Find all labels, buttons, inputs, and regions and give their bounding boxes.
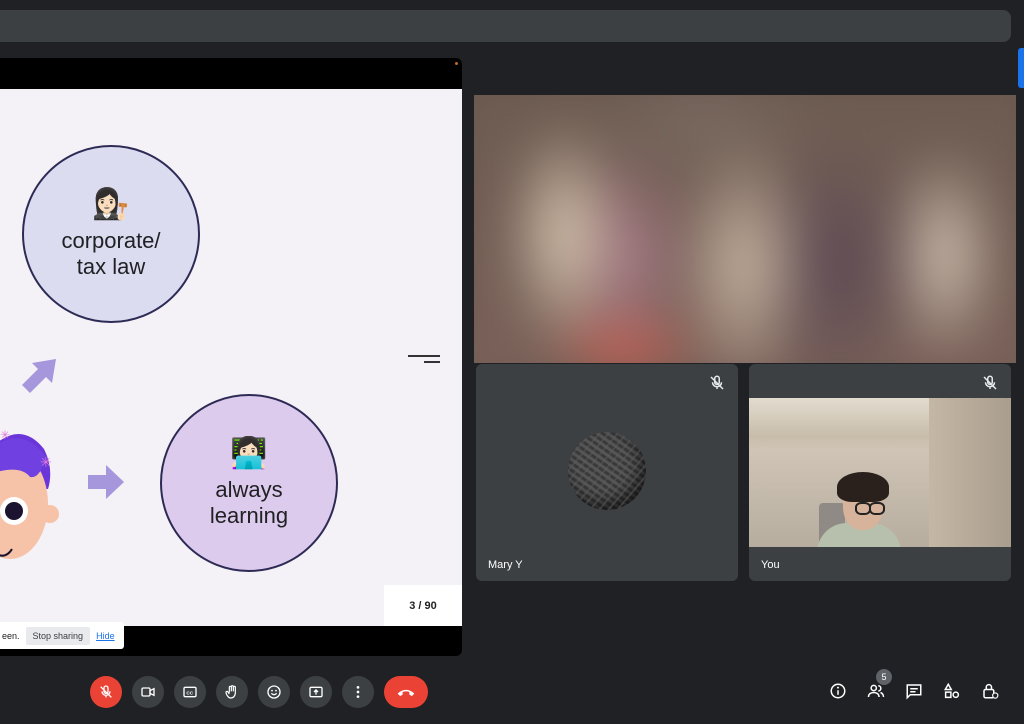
present-screen-button[interactable] [300,676,332,708]
participant-tile[interactable]: Mary Y [476,364,738,581]
wall [929,398,1011,547]
presentation-tile: 👩🏻‍⚖️ corporate/ tax law 👩🏻‍💻 always lea… [0,58,462,656]
sharing-notice-text: een. [2,630,20,641]
circle-label-line2: tax law [76,254,146,279]
host-controls-button[interactable] [980,681,1000,701]
mic-off-icon [710,375,724,390]
slide: 👩🏻‍⚖️ corporate/ tax law 👩🏻‍💻 always lea… [0,89,462,626]
people-count-badge: 5 [876,669,892,685]
circle-label-line1: always [215,477,283,502]
hair [837,472,889,502]
slide-dash [408,355,440,357]
mic-toggle-button[interactable] [90,676,122,708]
camera-toggle-button[interactable] [132,676,164,708]
right-arrow-icon [88,465,124,499]
end-call-button[interactable] [384,676,428,708]
captions-button[interactable]: CC [174,676,206,708]
laptop-emoji-icon: 👩🏻‍💻 [230,437,268,470]
cartoon-face-illustration: ✳ ✳ [0,428,59,559]
side-panel-handle[interactable] [1018,48,1024,88]
participant-name: You [761,559,780,571]
more-options-button[interactable] [342,676,374,708]
participant-name: Mary Y [488,559,523,571]
hide-link[interactable]: Hide [96,631,115,641]
activities-icon [943,682,960,699]
camera-icon [141,687,155,697]
hang-up-icon [397,689,415,697]
avatar [568,432,646,510]
svg-text:✳: ✳ [0,428,10,442]
chat-button[interactable] [904,681,924,701]
svg-text:✳: ✳ [40,454,52,470]
captions-icon: CC [183,686,197,698]
slide-circle-always-learning: 👩🏻‍💻 always learning [160,394,338,572]
circle-label-line1: corporate/ [61,228,161,253]
info-icon [830,683,846,699]
meeting-details-button[interactable] [828,681,848,701]
stop-sharing-button[interactable]: Stop sharing [25,626,91,645]
self-tile[interactable]: You [749,364,1011,581]
side-controls [828,681,1000,701]
sharing-notice: een. Stop sharing Hide [0,622,124,649]
slide-circle-corporate-tax-law: 👩🏻‍⚖️ corporate/ tax law [22,145,200,323]
emoji-reaction-button[interactable] [258,676,290,708]
mic-off-icon [983,375,997,390]
more-vert-icon [356,686,360,698]
self-video [749,398,1011,547]
call-controls: CC [90,676,428,708]
diagonal-arrow-icon [22,359,56,393]
present-icon [309,686,323,698]
svg-text:CC: CC [186,690,193,695]
slide-page-number: 3 / 90 [384,585,462,626]
smiley-icon [267,685,281,699]
mic-off-icon [100,685,112,698]
blurred-video [474,95,1016,363]
raise-hand-button[interactable] [216,676,248,708]
slide-dash [424,361,440,363]
chat-icon [906,684,922,700]
status-dot [455,62,458,65]
activities-button[interactable] [942,681,962,701]
hand-icon [225,685,236,699]
circle-label-line2: learning [209,503,289,528]
glasses [869,502,885,515]
participant-video-large[interactable] [474,95,1016,363]
lock-person-icon [983,683,999,699]
top-bar [0,10,1011,42]
lawyer-emoji-icon: 👩🏻‍⚖️ [92,188,130,221]
